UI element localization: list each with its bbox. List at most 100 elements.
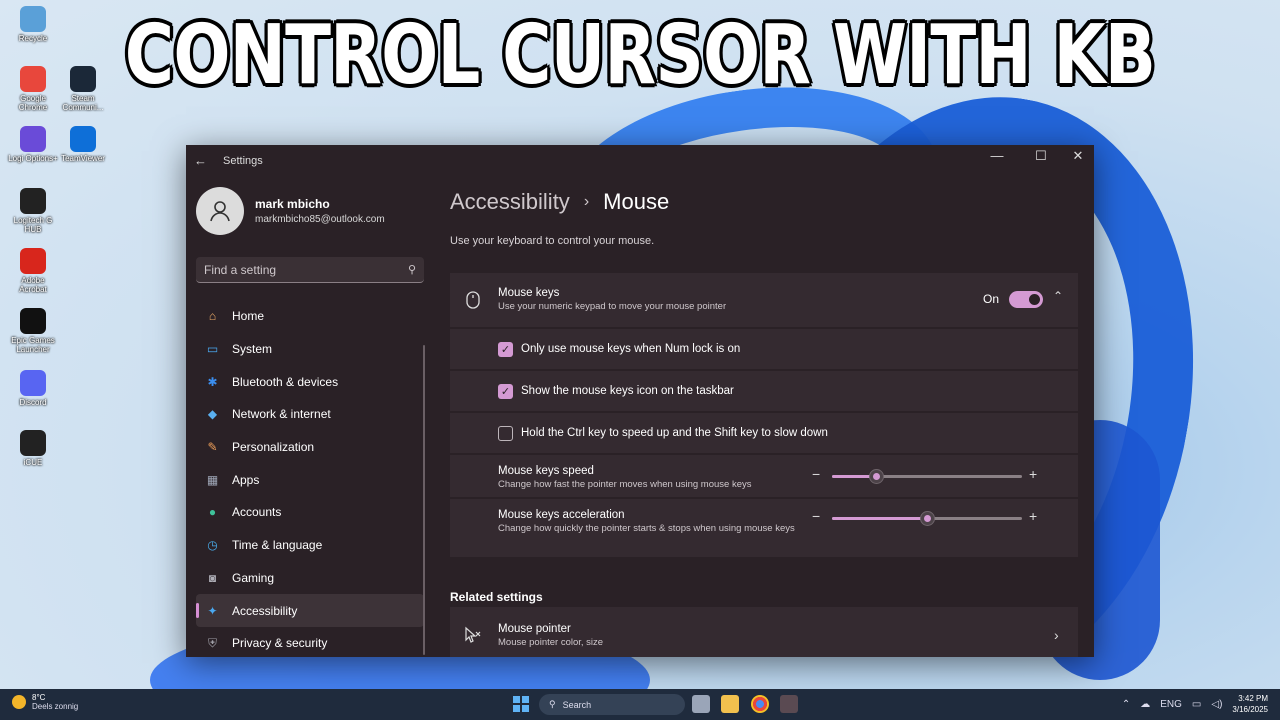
- desktop-icon[interactable]: iCUE: [8, 430, 58, 467]
- desktop-icon[interactable]: Epic Games Launcher: [8, 308, 58, 354]
- app-icon: [20, 370, 46, 396]
- checkbox-checked-icon[interactable]: ✓: [498, 342, 513, 357]
- sidebar-item-apps[interactable]: ▦ Apps: [196, 463, 424, 496]
- minimize-button[interactable]: —: [982, 148, 1012, 163]
- weather-widget[interactable]: 8°C Deels zonnig: [12, 693, 78, 711]
- desktop-icon-label: Adobe Acrobat: [19, 276, 47, 294]
- slider-title: Mouse keys speed: [498, 465, 594, 477]
- sidebar-item-system[interactable]: ▭ System: [196, 333, 424, 366]
- file-explorer-icon[interactable]: [721, 695, 739, 713]
- checkbox-label: Only use mouse keys when Num lock is on: [521, 343, 741, 355]
- sidebar-item-label: Apps: [232, 472, 260, 487]
- desktop-icon[interactable]: Recycle: [8, 6, 58, 43]
- breadcrumb-parent[interactable]: Accessibility: [450, 189, 570, 215]
- cloud-icon[interactable]: ☁: [1140, 699, 1150, 710]
- mouse-keys-row[interactable]: Mouse keys Use your numeric keypad to mo…: [450, 273, 1078, 327]
- sidebar-item-label: Privacy & security: [232, 636, 328, 651]
- slider-thumb[interactable]: [920, 511, 935, 526]
- settings-app-icon[interactable]: [780, 695, 798, 713]
- gaming-icon: ◙: [208, 570, 217, 585]
- clock[interactable]: 3:42 PM 3/16/2025: [1232, 693, 1268, 715]
- chevron-up-icon[interactable]: ⌃: [1053, 289, 1063, 303]
- desktop-icon[interactable]: Discord: [8, 370, 58, 407]
- decrease-icon[interactable]: −: [812, 466, 820, 482]
- personalization-icon: ✎: [207, 440, 218, 455]
- desktop-icon-label: Epic Games Launcher: [11, 336, 55, 354]
- sidebar-item-network[interactable]: ◆ Network & internet: [196, 398, 424, 431]
- clock-date: 3/16/2025: [1232, 705, 1268, 714]
- increase-icon[interactable]: +: [1029, 508, 1037, 524]
- task-view-icon[interactable]: [692, 695, 710, 713]
- desktop-icon[interactable]: Steam Communi...: [58, 66, 108, 112]
- sidebar-item-time-language[interactable]: ◷ Time & language: [196, 529, 424, 562]
- increase-icon[interactable]: +: [1029, 466, 1037, 482]
- apps-icon: ▦: [206, 472, 219, 487]
- slider-subtitle: Change how quickly the pointer starts & …: [498, 523, 795, 534]
- mouse-pointer-row[interactable]: Mouse pointer Mouse pointer color, size …: [450, 607, 1078, 657]
- checkbox-unchecked-icon[interactable]: [498, 426, 513, 441]
- desktop-icon[interactable]: Google Chrome: [8, 66, 58, 112]
- sidebar-item-label: Gaming: [232, 570, 275, 585]
- sidebar-item-privacy[interactable]: ⛨ Privacy & security: [196, 627, 424, 657]
- start-button[interactable]: [513, 696, 529, 712]
- chrome-icon[interactable]: [751, 695, 769, 713]
- sidebar-item-label: Network & internet: [232, 407, 331, 422]
- sidebar-item-label: Accessibility: [232, 603, 298, 618]
- main-content: Accessibility › Mouse Use your keyboard …: [450, 177, 1094, 657]
- breadcrumb-separator: ›: [583, 193, 590, 210]
- video-headline: CONTROL CURSOR WITH KB: [124, 8, 1156, 103]
- slider-subtitle: Change how fast the pointer moves when u…: [498, 479, 752, 490]
- window-title: Settings: [223, 155, 263, 167]
- checkbox-checked-icon[interactable]: ✓: [498, 384, 513, 399]
- checkbox-row[interactable]: Hold the Ctrl key to speed up and the Sh…: [450, 413, 1078, 453]
- maximize-button[interactable]: ☐: [1026, 148, 1056, 164]
- app-icon: [20, 188, 46, 214]
- language-indicator[interactable]: ENG: [1160, 699, 1182, 710]
- checkbox-label: Show the mouse keys icon on the taskbar: [521, 385, 734, 397]
- slider-track[interactable]: [832, 469, 1022, 484]
- user-name: mark mbicho: [255, 197, 330, 211]
- decrease-icon[interactable]: −: [812, 508, 820, 524]
- sidebar-item-accessibility[interactable]: ✦ Accessibility: [196, 594, 424, 627]
- privacy-icon: ⛨: [207, 635, 217, 650]
- sidebar-item-bluetooth[interactable]: ✱ Bluetooth & devices: [196, 365, 424, 398]
- back-arrow-icon[interactable]: ←: [194, 153, 207, 168]
- sidebar-item-label: Personalization: [232, 440, 315, 455]
- desktop-icon[interactable]: Logi Options+: [8, 126, 58, 163]
- slider-thumb[interactable]: [868, 469, 884, 484]
- close-button[interactable]: ✕: [1063, 148, 1093, 164]
- desktop-icon[interactable]: Adobe Acrobat: [8, 248, 58, 294]
- sidebar-item-label: Home: [232, 309, 265, 324]
- checkbox-row[interactable]: ✓ Only use mouse keys when Num lock is on: [450, 329, 1078, 369]
- slider-track[interactable]: [832, 511, 1022, 526]
- search-input[interactable]: Find a setting ⚲: [196, 257, 424, 283]
- mouse-keys-subtitle: Use your numeric keypad to move your mou…: [498, 301, 727, 312]
- page-description: Use your keyboard to control your mouse.: [450, 235, 655, 247]
- weather-icon: [12, 695, 26, 709]
- desktop-icon[interactable]: TeamViewer: [58, 126, 108, 163]
- app-icon: [20, 126, 46, 152]
- desktop-icon-label: Logitech G HUB: [13, 216, 53, 234]
- weather-desc: Deels zonnig: [32, 702, 79, 711]
- app-icon: [20, 430, 46, 456]
- slider-row: Mouse keys acceleration Change how quickl…: [450, 499, 1078, 555]
- network-icon[interactable]: ▭: [1192, 699, 1201, 710]
- desktop-icon-label: Discord: [19, 398, 47, 407]
- sidebar-item-personalization[interactable]: ✎ Personalization: [196, 431, 424, 464]
- sidebar: mark mbicho markmbicho85@outlook.com Fin…: [186, 177, 436, 657]
- desktop-icon[interactable]: Logitech G HUB: [8, 188, 58, 234]
- checkbox-row[interactable]: ✓ Show the mouse keys icon on the taskbar: [450, 371, 1078, 411]
- tray-overflow-icon[interactable]: ⌃: [1122, 699, 1130, 710]
- sidebar-item-accounts[interactable]: ● Accounts: [196, 496, 424, 529]
- app-icon: [70, 66, 96, 92]
- mouse-pointer-icon: [465, 626, 481, 643]
- sidebar-item-gaming[interactable]: ◙ Gaming: [196, 562, 424, 595]
- sidebar-item-home[interactable]: ⌂ Home: [196, 300, 424, 333]
- volume-icon[interactable]: ◁): [1211, 699, 1222, 710]
- user-profile[interactable]: mark mbicho markmbicho85@outlook.com: [196, 187, 385, 235]
- desktop-icon-label: Steam Communi...: [62, 94, 104, 112]
- app-icon: [70, 126, 96, 152]
- sidebar-scrollbar[interactable]: [423, 345, 425, 655]
- taskbar-search[interactable]: ⚲ Search: [539, 694, 685, 715]
- mouse-keys-toggle[interactable]: [1009, 291, 1043, 308]
